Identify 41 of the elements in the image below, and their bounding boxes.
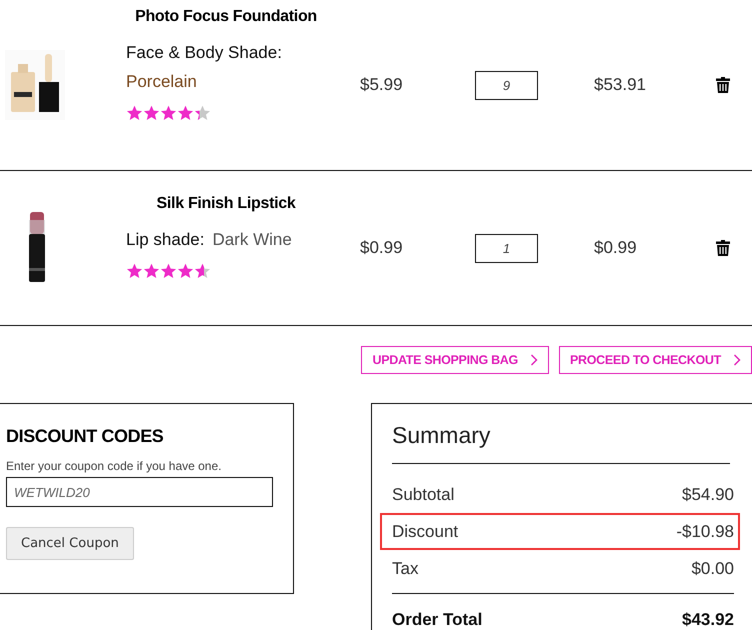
chevron-icon (733, 354, 741, 366)
summary-label: Subtotal (392, 484, 454, 504)
option-value: Dark Wine (212, 229, 292, 250)
star-icon (177, 262, 194, 280)
action-button[interactable]: UPDATE SHOPPING BAG (361, 346, 549, 374)
summary-value: $0.00 (691, 558, 734, 578)
star-icon (177, 104, 194, 122)
partial-star-icon (194, 104, 211, 122)
coupon-field[interactable]: WETWILD20 (6, 477, 273, 507)
line-subtotal: $0.99 (593, 238, 638, 258)
summary-value: -$10.98 (676, 522, 734, 542)
summary-value: $54.90 (682, 484, 734, 504)
line-subtotal: $53.91 (593, 75, 647, 95)
summary-title: Summary (392, 422, 730, 464)
total-label: Order Total (392, 610, 482, 630)
option-label: Lip shade: (126, 229, 204, 250)
quantity-field[interactable]: 9 (475, 70, 538, 100)
star-icon (160, 104, 177, 122)
action-button[interactable]: PROCEED TO CHECKOUT (558, 346, 752, 374)
product-name: Photo Focus Foundation (134, 8, 318, 26)
delete-icon[interactable] (716, 77, 730, 93)
star-icon (160, 262, 177, 280)
star-icon (126, 104, 143, 122)
hint-text: Enter your coupon code if you have one. (6, 459, 222, 473)
star-icon (143, 262, 160, 280)
chevron-icon (530, 354, 538, 366)
product-name: Silk Finish Lipstick (156, 195, 297, 213)
option-label: Face & Body Shade: (126, 42, 282, 63)
delete-icon[interactable] (716, 240, 730, 256)
total-value: $43.92 (682, 610, 734, 630)
star-icon (126, 262, 143, 280)
cancel-coupon-button[interactable]: Cancel Coupon (6, 527, 134, 560)
summary-label: Discount (392, 522, 458, 542)
star-icon (143, 104, 160, 122)
unit-price: $0.99 (360, 238, 404, 258)
panel-title: DISCOUNT CODES (6, 426, 164, 447)
unit-price: $5.99 (360, 75, 404, 95)
partial-star-icon (194, 262, 211, 280)
option-value: Porcelain (126, 71, 197, 92)
quantity-field[interactable]: 1 (475, 234, 538, 262)
summary-label: Tax (392, 558, 418, 578)
